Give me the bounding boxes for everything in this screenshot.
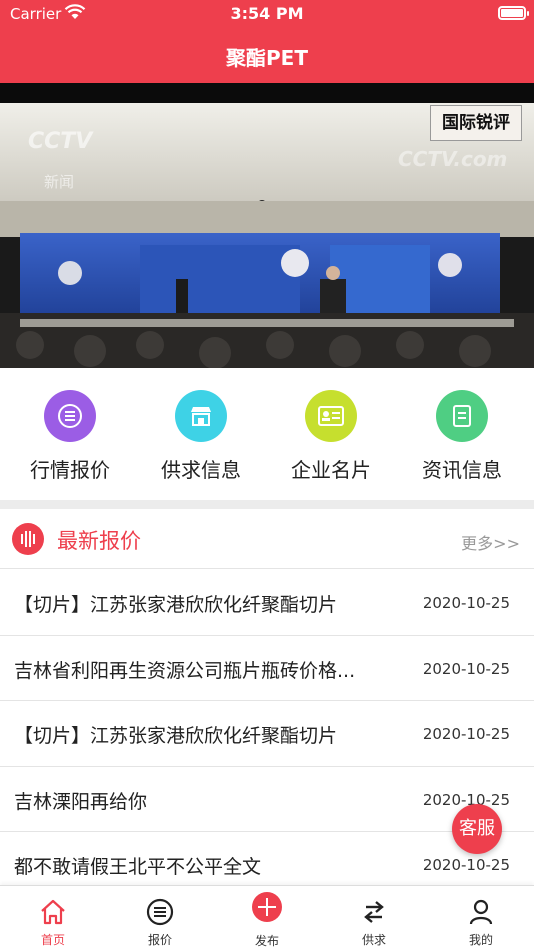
item-title: 吉林溧阳再给你 [14,790,148,813]
tab-label: 发布 [254,934,279,948]
quick-link-label: 企业名片 [291,458,371,482]
store-icon [175,390,227,442]
tab-bar: 首页 报价 发布 供求 我的 [0,885,534,950]
quick-link-label: 供求信息 [161,458,241,482]
cctv-channel-watermark: 新闻 [44,173,75,191]
program-badge: 国际锐评 [430,105,522,141]
document-icon [436,390,488,442]
item-title: 吉林省利阳再生资源公司瓶片瓶砖价格... [14,659,356,682]
tab-label: 报价 [147,933,172,947]
home-icon [41,899,65,925]
tab-label: 首页 [40,933,65,947]
page-title: 聚酯PET [226,46,308,70]
list-item[interactable]: 【切片】江苏张家港欣欣化纤聚酯切片 2020-10-25 [0,570,534,636]
list-item[interactable]: 吉林省利阳再生资源公司瓶片瓶砖价格... 2020-10-25 [0,636,534,701]
cctv-watermark: CCTV [28,129,93,154]
status-bar: Carrier 3:54 PM [0,0,534,28]
item-title: 都不敢请假王北平不公平全文 [14,856,262,878]
list-item[interactable]: 【切片】江苏张家港欣欣化纤聚酯切片 2020-10-25 [0,701,534,767]
item-date: 2020-10-25 [422,659,510,678]
item-date: 2020-10-25 [422,594,510,612]
battery-icon [498,6,529,20]
more-link[interactable]: 更多>> [461,530,520,554]
item-title: 【切片】江苏张家港欣欣化纤聚酯切片 [14,725,338,747]
tab-profile[interactable]: 我的 [428,886,534,950]
tab-label: 我的 [468,933,493,947]
quick-link-supply-demand[interactable]: 供求信息 [136,390,266,483]
bars-icon [12,523,44,555]
section-divider [0,500,534,509]
item-title: 【切片】江苏张家港欣欣化纤聚酯切片 [14,594,338,616]
latest-quotes-header: 最新报价 更多>> [0,509,534,569]
cctv-site-watermark: CCTV.com [398,147,508,171]
quick-link-label: 资讯信息 [422,458,502,482]
list-icon [44,390,96,442]
tab-supply-demand[interactable]: 供求 [321,886,427,950]
banner-image[interactable]: CCTV 新闻 CCTV.com 国际锐评 [0,83,534,368]
tab-home[interactable]: 首页 [0,886,106,950]
quick-link-company-cards[interactable]: 企业名片 [266,390,396,483]
quick-link-market-quotes[interactable]: 行情报价 [5,390,135,483]
customer-service-button[interactable]: 客服 [452,804,502,854]
quick-link-news[interactable]: 资讯信息 [397,390,527,483]
item-date: 2020-10-25 [422,856,510,874]
id-card-icon [305,390,357,442]
section-title: 最新报价 [57,529,141,553]
app-header: Carrier 3:54 PM 聚酯PET [0,0,534,83]
swap-icon [364,901,384,923]
quick-link-label: 行情报价 [30,458,110,482]
item-date: 2020-10-25 [422,725,510,743]
tab-label: 供求 [361,933,386,947]
clock: 3:54 PM [230,4,304,23]
plus-icon [252,892,282,922]
tab-publish[interactable]: 发布 [214,886,320,950]
quick-links: 行情报价 供求信息 企业名片 资讯信息 [0,368,534,500]
tab-quotes[interactable]: 报价 [107,886,213,950]
list-circle-icon [146,898,174,926]
user-icon [469,899,493,925]
quote-list: 【切片】江苏张家港欣欣化纤聚酯切片 2020-10-25 吉林省利阳再生资源公司… [0,570,534,898]
